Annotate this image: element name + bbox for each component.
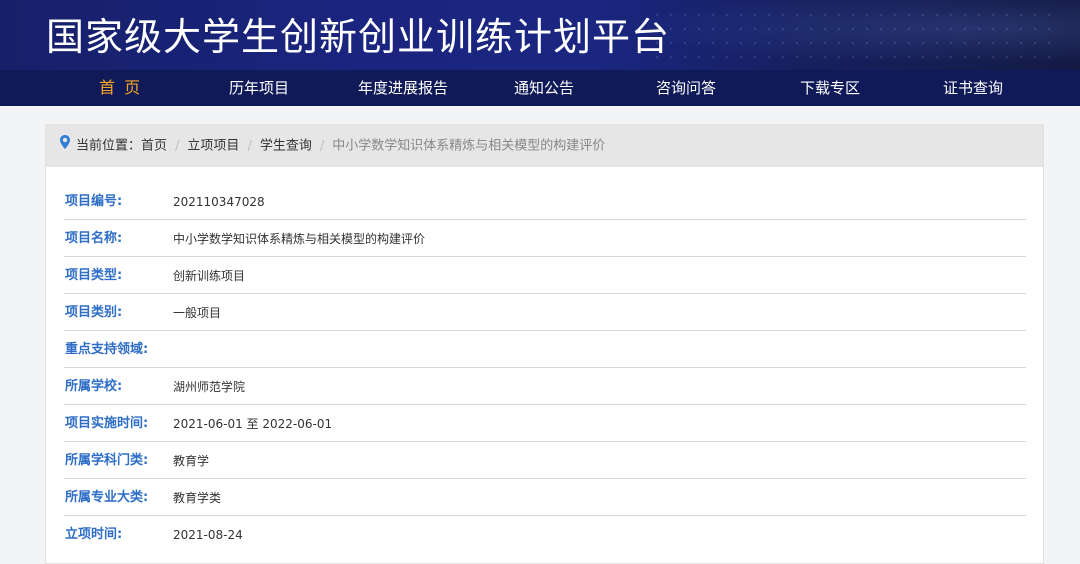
location-pin-icon: [60, 125, 70, 167]
field-value: 2021-06-01 至 2022-06-01: [173, 417, 333, 431]
site-title: 国家级大学生创新创业训练计划平台: [46, 15, 671, 59]
field-row-key-support-area: 重点支持领域:: [64, 331, 1026, 368]
breadcrumb-approved-projects[interactable]: 立项项目: [187, 139, 239, 154]
field-value: 创新训练项目: [173, 269, 246, 283]
nav-item-home[interactable]: 首 页: [99, 70, 142, 106]
project-detail-panel: 当前位置：首页 / 立项项目 / 学生查询 / 中小学数学知识体系精炼与相关模型的构建评价 …: [45, 124, 1044, 564]
field-row-approval-date: 立项时间: 2021-08-24: [64, 516, 1026, 553]
project-fields: 项目编号: 202110347028 项目名称: 中小学数学知识体系精炼与相关模…: [64, 183, 1026, 553]
field-value: 2021-08-24: [173, 528, 243, 542]
field-row-project-type: 项目类型: 创新训练项目: [64, 257, 1026, 294]
nav-item-certificate[interactable]: 证书查询: [943, 70, 1003, 106]
field-label: 重点支持领域:: [65, 342, 149, 357]
field-row-implementation-period: 项目实施时间: 2021-06-01 至 2022-06-01: [64, 405, 1026, 442]
field-value: 202110347028: [173, 195, 265, 209]
field-value: 教育学类: [173, 491, 222, 505]
site-banner: 国家级大学生创新创业训练计划平台: [0, 0, 1080, 70]
field-row-project-name: 项目名称: 中小学数学知识体系精炼与相关模型的构建评价: [64, 220, 1026, 257]
breadcrumb-separator: /: [247, 138, 252, 154]
nav-item-qa[interactable]: 咨询问答: [656, 70, 716, 106]
field-label: 所属学科门类:: [65, 453, 149, 468]
field-value: 教育学: [173, 454, 210, 468]
nav-item-downloads[interactable]: 下载专区: [800, 70, 860, 106]
field-row-project-number: 项目编号: 202110347028: [64, 183, 1026, 220]
main-nav: 首 页 历年项目 年度进展报告 通知公告 咨询问答 下载专区 证书查询: [0, 70, 1080, 106]
field-label: 项目类型:: [65, 268, 123, 283]
breadcrumb-prefix: 当前位置：: [76, 138, 142, 154]
field-label: 所属专业大类:: [65, 490, 149, 505]
breadcrumb-separator: /: [175, 138, 180, 154]
field-row-project-category: 项目类别: 一般项目: [64, 294, 1026, 331]
breadcrumb-current: 中小学数学知识体系精炼与相关模型的构建评价: [332, 138, 606, 154]
breadcrumb-home[interactable]: 首页: [141, 139, 167, 154]
field-value: 中小学数学知识体系精炼与相关模型的构建评价: [173, 232, 426, 246]
field-row-discipline: 所属学科门类: 教育学: [64, 442, 1026, 479]
nav-item-annual-report[interactable]: 年度进展报告: [358, 70, 448, 106]
field-label: 项目编号:: [65, 194, 123, 209]
field-row-major-category: 所属专业大类: 教育学类: [64, 479, 1026, 516]
field-label: 项目名称:: [65, 231, 123, 246]
field-value: 湖州师范学院: [173, 380, 246, 394]
nav-item-past-projects[interactable]: 历年项目: [229, 70, 289, 106]
breadcrumb: 当前位置：首页 / 立项项目 / 学生查询 / 中小学数学知识体系精炼与相关模型的构建评价: [46, 125, 1043, 167]
breadcrumb-separator: /: [319, 138, 325, 154]
field-label: 项目实施时间:: [65, 416, 149, 431]
field-value: 一般项目: [173, 306, 222, 320]
field-label: 立项时间:: [65, 527, 123, 542]
breadcrumb-student-search[interactable]: 学生查询: [260, 139, 312, 154]
nav-item-notices[interactable]: 通知公告: [514, 70, 574, 106]
field-row-school: 所属学校: 湖州师范学院: [64, 368, 1026, 405]
field-label: 所属学校:: [65, 379, 123, 394]
field-label: 项目类别:: [65, 305, 123, 320]
